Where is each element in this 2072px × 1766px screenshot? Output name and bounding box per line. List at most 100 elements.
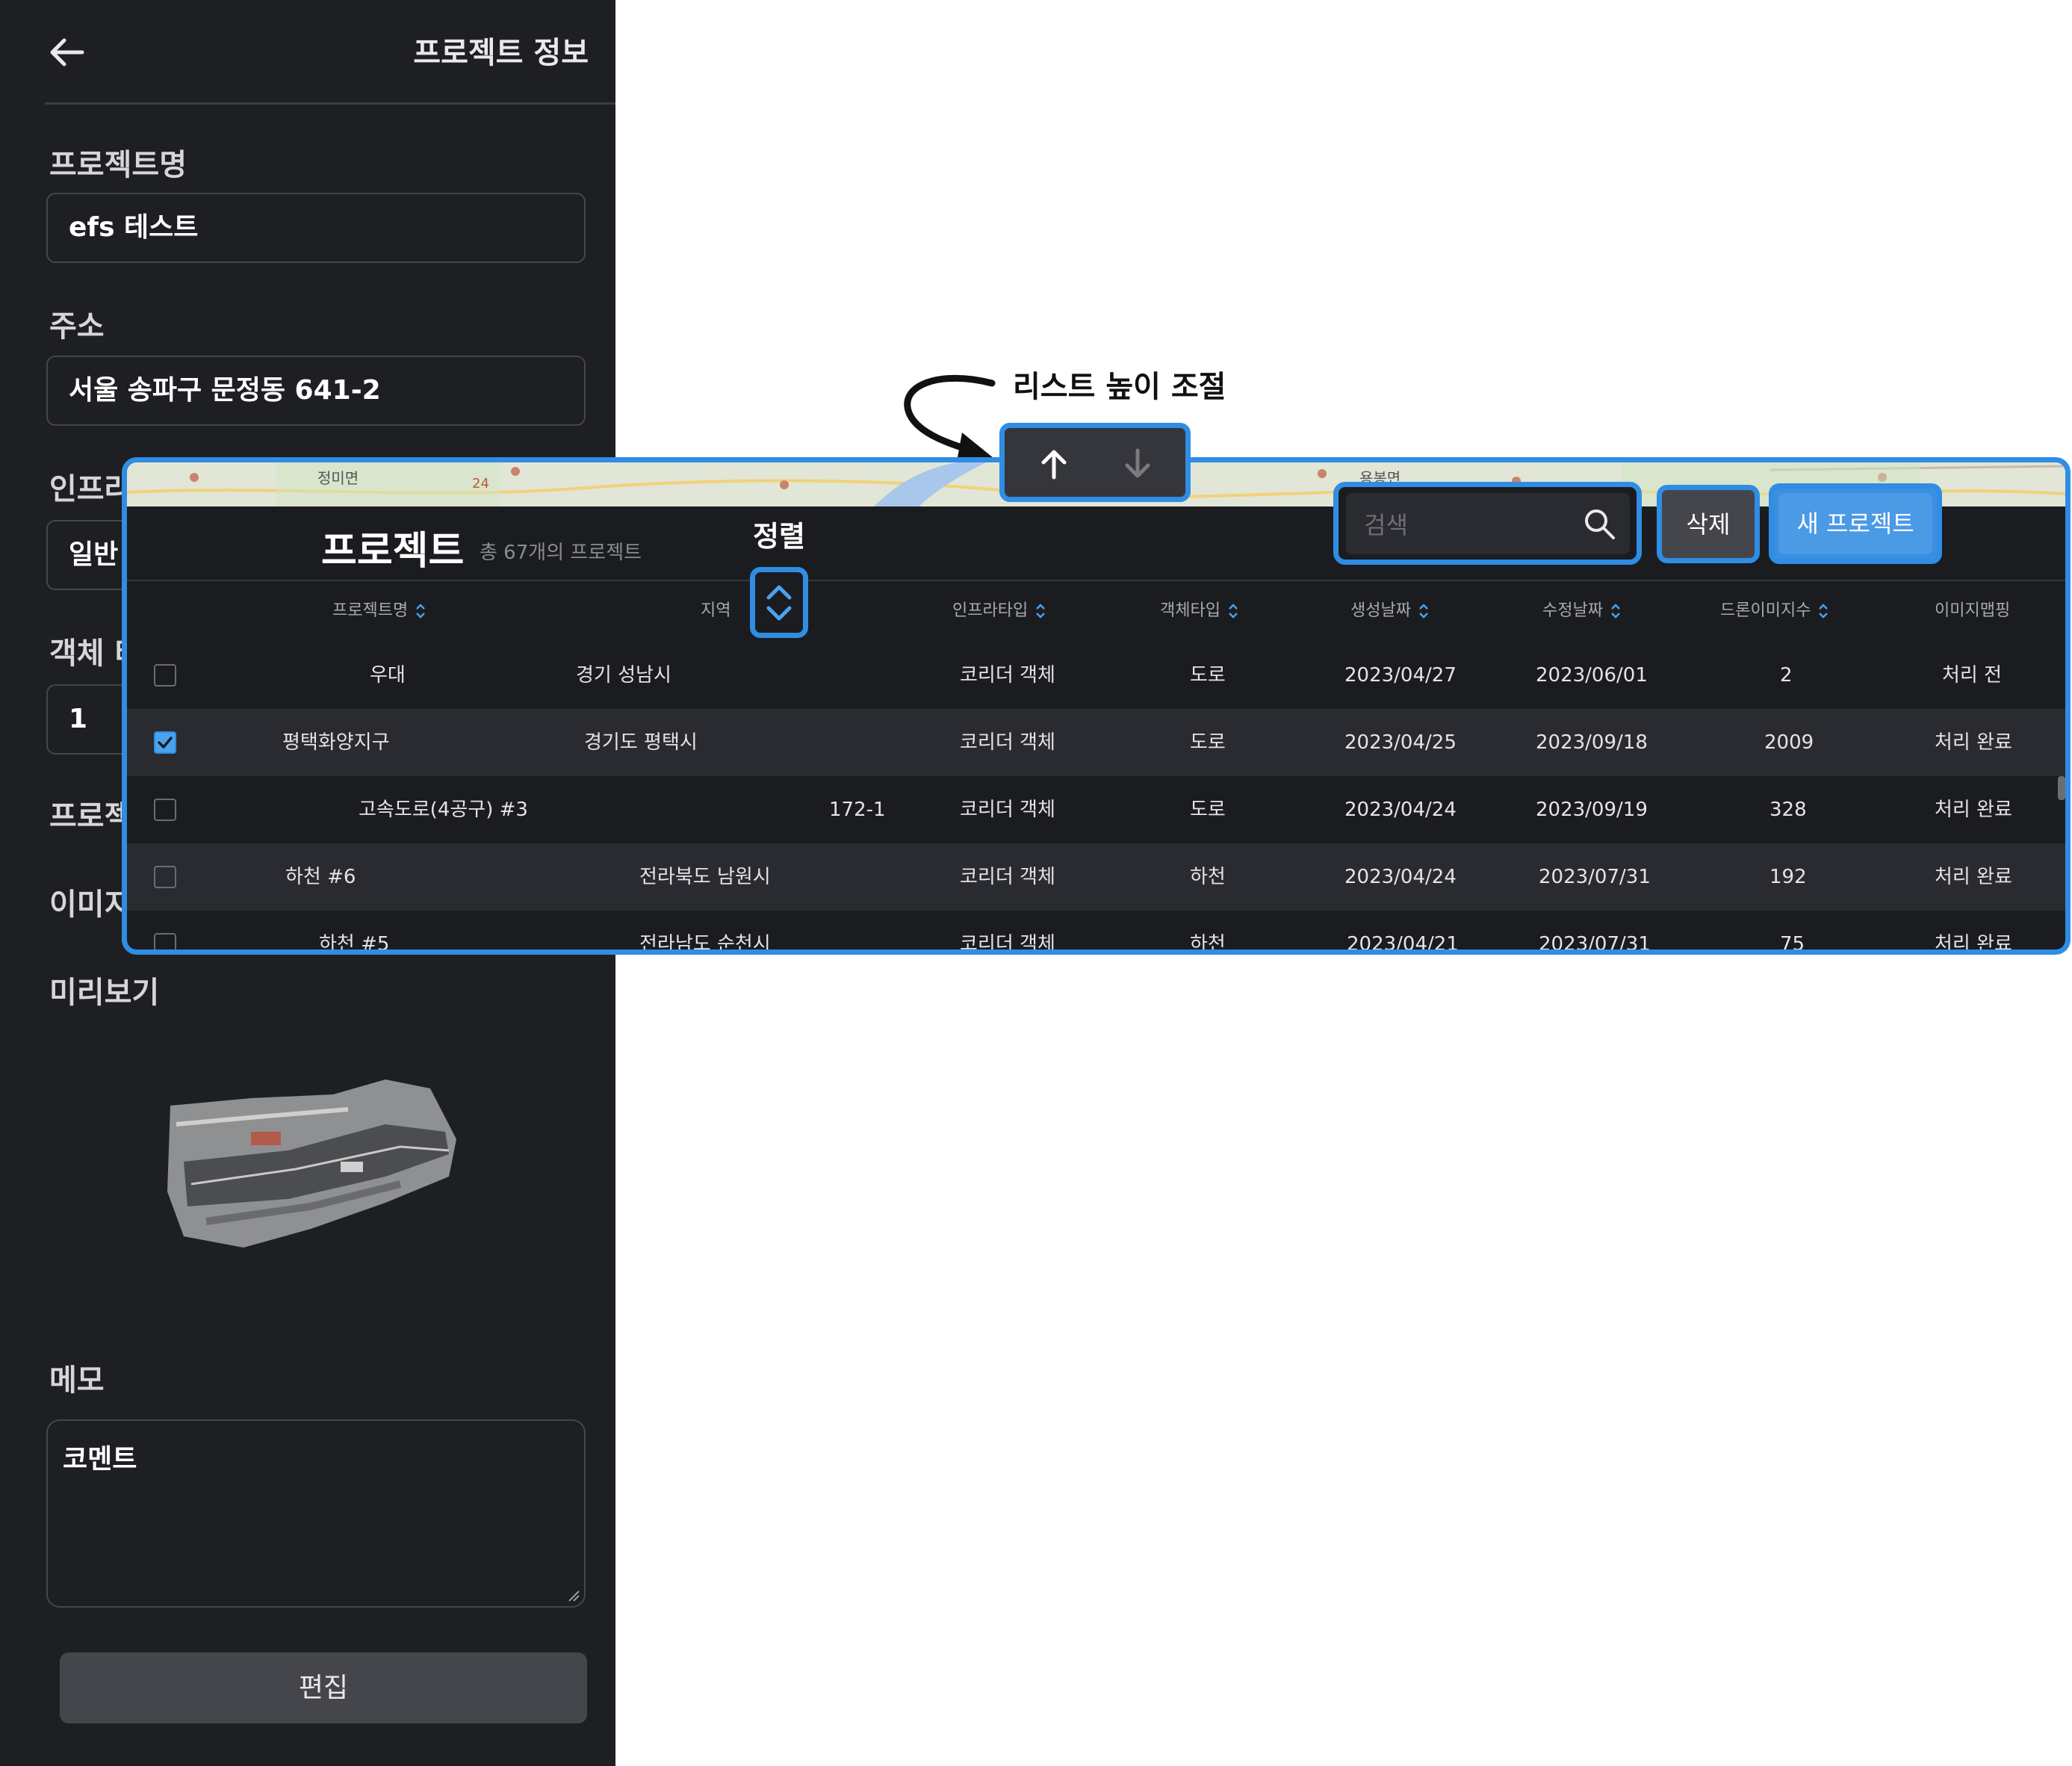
cell-modified: 2023/07/31 xyxy=(1539,866,1651,888)
cell-mapping: 처리 완료 xyxy=(1935,731,2012,754)
col-header-modified[interactable]: 수정날짜 xyxy=(1542,597,1621,634)
col-header-mapping[interactable]: 이미지맵핑 xyxy=(1935,597,2010,634)
table-scrollbar[interactable] xyxy=(2058,776,2065,800)
cell-created: 2023/04/25 xyxy=(1344,731,1457,754)
arrow-down-icon[interactable] xyxy=(1117,443,1158,485)
table-row[interactable]: 고속도로(4공구) #3 172-1 코리더 객체 도로 2023/04/24 … xyxy=(127,776,2065,843)
cell-modified: 2023/07/31 xyxy=(1539,933,1651,955)
cell-mapping: 처리 완료 xyxy=(1935,933,2012,955)
sort-icon[interactable] xyxy=(415,603,426,619)
row-checkbox[interactable] xyxy=(154,933,176,949)
project-list-panel: 정미면 24 용봉면 프로젝트 총 67개의 프로젝트 정렬 검색 삭제 새 프… xyxy=(122,457,2071,955)
search-highlight: 검색 xyxy=(1333,482,1642,565)
delete-button[interactable]: 삭제 xyxy=(1657,485,1760,563)
height-adjust-caption: 리스트 높이 조절 xyxy=(1013,370,1226,404)
cell-images: 2 xyxy=(1780,664,1793,687)
col-header-created[interactable]: 생성날짜 xyxy=(1350,597,1429,634)
cell-infra: 코리더 객체 xyxy=(960,664,1055,687)
image-label: 이미지 xyxy=(49,887,132,922)
cell-name: 평택화양지구 xyxy=(282,731,390,754)
cell-object: 도로 xyxy=(1190,664,1226,687)
edit-button[interactable]: 편집 xyxy=(60,1652,587,1723)
memo-text: 코멘트 xyxy=(63,1444,137,1475)
cell-infra: 코리더 객체 xyxy=(960,866,1055,888)
cell-mapping: 처리 전 xyxy=(1942,664,2003,687)
address-label: 주소 xyxy=(49,309,105,344)
cell-object: 하천 xyxy=(1190,933,1226,955)
cell-images: 192 xyxy=(1769,866,1807,888)
search-input[interactable]: 검색 xyxy=(1346,493,1630,554)
sort-highlight[interactable] xyxy=(750,567,808,638)
cell-region-extra: 172-1 xyxy=(829,799,886,821)
cell-created: 2023/04/21 xyxy=(1347,933,1459,955)
preview-image xyxy=(167,1079,456,1248)
col-header-infra[interactable]: 인프라타입 xyxy=(952,597,1046,634)
resize-grip-icon[interactable] xyxy=(566,1588,580,1602)
sort-icon[interactable] xyxy=(1418,603,1429,619)
cell-name: 하천 #6 xyxy=(285,866,356,888)
cell-modified: 2023/09/19 xyxy=(1536,799,1648,821)
cell-name: 하천 #5 xyxy=(319,933,390,955)
cell-images: 2009 xyxy=(1764,731,1814,754)
address-field[interactable]: 서울 송파구 문정동 641-2 xyxy=(46,356,586,426)
cell-region: 전라남도 순천시 xyxy=(639,933,771,955)
sort-icon[interactable] xyxy=(1228,603,1238,619)
memo-textarea[interactable]: 코멘트 xyxy=(46,1419,586,1608)
col-header-object[interactable]: 객체타입 xyxy=(1160,597,1238,634)
search-icon[interactable] xyxy=(1582,506,1616,541)
list-height-control xyxy=(999,423,1191,502)
sort-icon[interactable] xyxy=(1610,603,1621,619)
cell-modified: 2023/09/18 xyxy=(1536,731,1648,754)
cell-region: 전라북도 남원시 xyxy=(639,866,771,888)
map-label-route: 24 xyxy=(472,476,489,492)
sort-caption: 정렬 xyxy=(753,520,805,553)
infra-label: 인프라 xyxy=(49,472,132,506)
cell-modified: 2023/06/01 xyxy=(1536,664,1648,687)
row-checkbox-checked[interactable] xyxy=(154,731,176,754)
cell-infra: 코리더 객체 xyxy=(960,799,1055,821)
row-checkbox[interactable] xyxy=(154,799,176,821)
table-row[interactable]: 하천 #5 전라남도 순천시 코리더 객체 하천 2023/04/21 2023… xyxy=(127,911,2065,955)
cell-name: 고속도로(4공구) #3 xyxy=(359,799,528,821)
table-row[interactable]: 평택화양지구 경기도 평택시 코리더 객체 도로 2023/04/25 2023… xyxy=(127,709,2065,776)
sort-icon[interactable] xyxy=(1818,603,1828,619)
arrow-up-icon[interactable] xyxy=(1033,443,1075,485)
col-header-region[interactable]: 지역 xyxy=(701,597,731,634)
project-name-label: 프로젝트명 xyxy=(49,148,187,182)
cell-object: 하천 xyxy=(1190,866,1226,888)
project-label: 프로젝 xyxy=(49,799,132,834)
cell-region: 경기 성남시 xyxy=(576,664,671,687)
col-header-drone-images[interactable]: 드론이미지수 xyxy=(1720,597,1828,634)
cell-mapping: 처리 완료 xyxy=(1935,866,2012,888)
sort-icon[interactable] xyxy=(1035,603,1046,619)
cell-object: 도로 xyxy=(1190,799,1226,821)
cell-images: 75 xyxy=(1780,933,1805,955)
sort-chevron-icon[interactable] xyxy=(764,580,794,626)
project-name-field[interactable]: efs 테스트 xyxy=(46,193,586,263)
col-header-name[interactable]: 프로젝트명 xyxy=(332,597,426,634)
search-placeholder: 검색 xyxy=(1364,511,1408,539)
cell-infra: 코리더 객체 xyxy=(960,731,1055,754)
project-count: 총 67개의 프로젝트 xyxy=(480,542,642,564)
cell-name: 우대 xyxy=(370,664,406,687)
back-arrow-icon[interactable] xyxy=(45,30,90,75)
table-row[interactable]: 하천 #6 전라북도 남원시 코리더 객체 하천 2023/04/24 2023… xyxy=(127,843,2065,911)
cell-region: 경기도 평택시 xyxy=(584,731,698,754)
new-project-highlight: 새 프로젝트 xyxy=(1769,483,1942,564)
table-row[interactable]: 우대 경기 성남시 코리더 객체 도로 2023/04/27 2023/06/0… xyxy=(127,642,2065,709)
cell-mapping: 처리 완료 xyxy=(1935,799,2012,821)
sidebar-divider xyxy=(45,102,615,105)
new-project-button[interactable]: 새 프로젝트 xyxy=(1778,493,1932,554)
check-icon xyxy=(158,737,173,749)
cell-created: 2023/04/24 xyxy=(1344,799,1457,821)
map-label-jeongmi: 정미면 xyxy=(317,469,359,487)
cell-infra: 코리더 객체 xyxy=(960,933,1055,955)
row-checkbox[interactable] xyxy=(154,866,176,888)
sidebar-title: 프로젝트 정보 xyxy=(413,36,589,70)
row-checkbox[interactable] xyxy=(154,664,176,687)
cell-created: 2023/04/27 xyxy=(1344,664,1457,687)
cell-object: 도로 xyxy=(1190,731,1226,754)
cell-images: 328 xyxy=(1769,799,1807,821)
memo-label: 메모 xyxy=(49,1363,105,1398)
panel-title: 프로젝트 xyxy=(321,529,465,574)
